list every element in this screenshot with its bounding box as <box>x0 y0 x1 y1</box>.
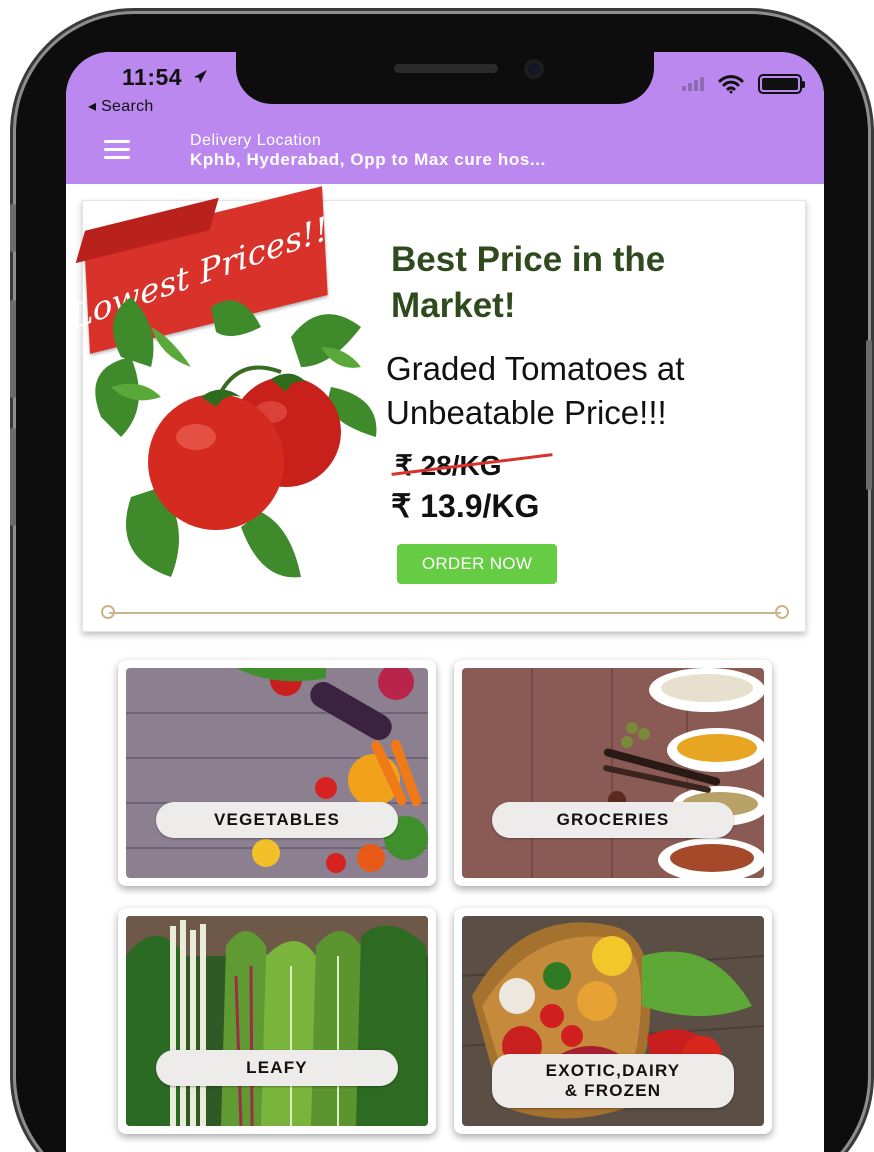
phone-volume-up <box>10 300 16 398</box>
category-tile-vegetables[interactable]: VEGETABLES <box>118 660 436 886</box>
leafy-image <box>126 916 428 1126</box>
banner-headline: Best Price in the Market! <box>391 240 666 325</box>
category-label: VEGETABLES <box>156 802 398 838</box>
notch <box>236 52 654 104</box>
app-screen: 11:54 ◂ Search Delivery Location Kphb, H… <box>66 52 824 1152</box>
promo-banner[interactable]: Lowest Prices!!! Best Price in the Marke… <box>68 186 806 632</box>
category-label: EXOTIC,DAIRY & FROZEN <box>492 1054 734 1108</box>
new-price: ₹ 13.9/KG <box>391 488 540 524</box>
front-camera <box>524 59 544 79</box>
category-tile-groceries[interactable]: GROCERIES <box>454 660 772 886</box>
status-time-text: 11:54 <box>122 64 183 90</box>
divider-ornament-right <box>775 605 789 619</box>
status-back-link[interactable]: ◂ Search <box>88 96 154 116</box>
speaker <box>394 64 498 73</box>
status-time: 11:54 <box>122 64 209 91</box>
banner-divider <box>109 612 781 614</box>
divider-ornament-left <box>101 605 115 619</box>
signal-icon <box>682 77 704 91</box>
phone-volume-down <box>10 428 16 526</box>
category-label: GROCERIES <box>492 802 734 838</box>
delivery-location-value[interactable]: Kphb, Hyderabad, Opp to Max cure hos... <box>190 150 546 170</box>
location-arrow-icon <box>193 70 207 83</box>
category-label: LEAFY <box>156 1050 398 1086</box>
tomato-image <box>95 297 377 578</box>
battery-icon <box>758 74 805 94</box>
category-tile-leafy[interactable]: LEAFY <box>118 908 436 1134</box>
wifi-icon <box>718 75 744 94</box>
order-now-button[interactable]: ORDER NOW <box>397 544 557 584</box>
vegetables-image <box>126 668 428 878</box>
delivery-location-title: Delivery Location <box>190 132 322 149</box>
phone-power-button <box>866 340 872 490</box>
banner-subtitle: Graded Tomatoes at Unbeatable Price!!! <box>386 350 685 431</box>
category-tile-exotic-dairy-frozen[interactable]: EXOTIC,DAIRY & FROZEN <box>454 908 772 1134</box>
groceries-image <box>462 668 764 878</box>
phone-side-button <box>10 204 16 252</box>
status-indicators <box>682 74 805 94</box>
menu-icon[interactable] <box>104 140 130 160</box>
